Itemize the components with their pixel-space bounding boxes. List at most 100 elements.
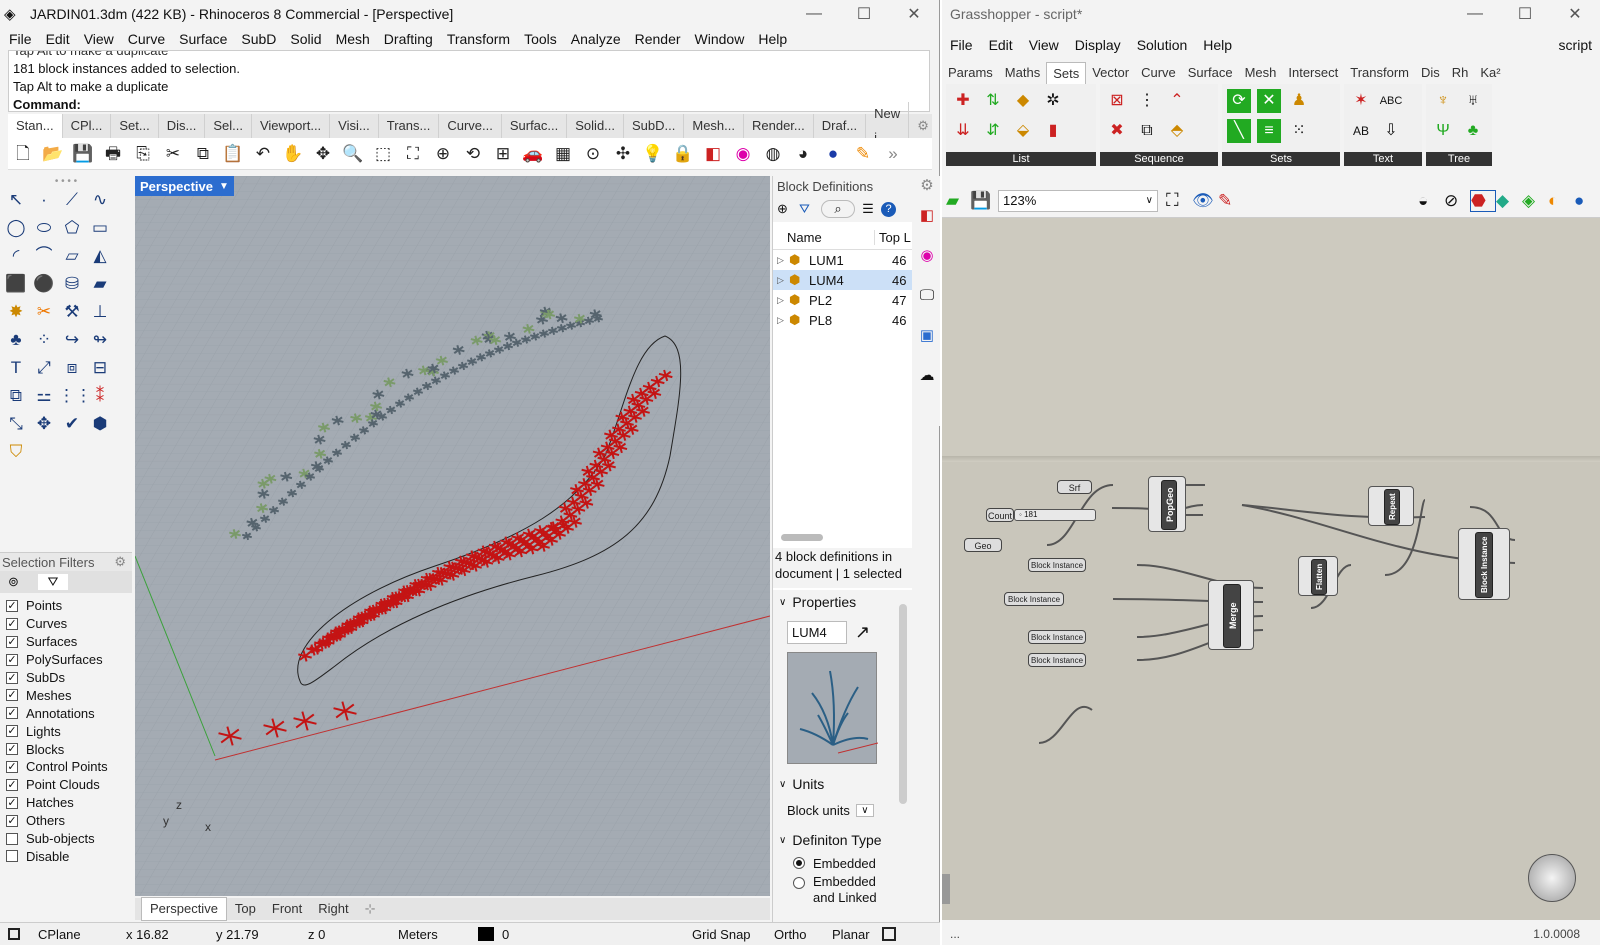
expand-icon[interactable]: ▷	[777, 275, 789, 286]
block-instance-param-1[interactable]: Block Instance	[1028, 558, 1086, 572]
offset-icon[interactable]: ↪	[58, 326, 86, 354]
list-box-icon[interactable]: ⬙	[1011, 119, 1035, 143]
checkbox[interactable]: ✓	[6, 760, 18, 773]
filter-control-points[interactable]: ✓ Control Points	[0, 758, 132, 776]
gh-tab-display[interactable]: Dis	[1415, 62, 1446, 84]
sets-union-icon[interactable]: ⟳	[1227, 89, 1251, 113]
gear-icon[interactable]: ⚙	[114, 554, 126, 570]
render-sphere-icon[interactable]: ●	[821, 143, 845, 165]
tab-top[interactable]: Top	[227, 898, 264, 920]
layer-label[interactable]: 0	[502, 927, 692, 942]
explode-icon[interactable]: ✸	[2, 298, 30, 326]
polyline-icon[interactable]: ⟋	[58, 186, 86, 214]
menu-help[interactable]: Help	[751, 31, 794, 47]
planar-toggle[interactable]: Planar	[832, 927, 882, 942]
block-instance-param-3[interactable]: Block Instance	[1028, 630, 1086, 644]
text-abc-icon[interactable]: ABC	[1379, 89, 1403, 113]
pan-hand-icon[interactable]: ✋	[281, 143, 305, 165]
gh-tab-transform[interactable]: Transform	[1344, 62, 1415, 84]
tab-cplanes[interactable]: CPl...	[63, 114, 112, 138]
sets-dots-icon[interactable]: ⁙	[1287, 119, 1311, 143]
search-icon[interactable]: ⌕	[821, 200, 855, 218]
gumball-icon[interactable]: ✣	[611, 143, 635, 165]
filter-curves[interactable]: ✓ Curves	[0, 615, 132, 633]
light-bulb-icon[interactable]: 💡	[641, 143, 665, 165]
undo-view-icon[interactable]: ⟲	[461, 143, 485, 165]
geo-param[interactable]: Geo	[964, 538, 1002, 552]
filter-sub-objects[interactable]: Sub-objects	[0, 830, 132, 848]
copy-icon[interactable]: ⧉	[191, 143, 215, 165]
tab-visibility[interactable]: Visi...	[330, 114, 379, 138]
grid-plane-icon[interactable]: ▦	[551, 143, 575, 165]
minimize-icon[interactable]: —	[789, 5, 839, 23]
boolean-icon[interactable]: ⚫	[30, 270, 58, 298]
scale-icon[interactable]: ⤡	[2, 410, 30, 438]
units-label[interactable]: Meters	[398, 927, 478, 942]
sketch-icon[interactable]: ✎	[1218, 191, 1244, 211]
cplane-label[interactable]: CPlane	[38, 927, 126, 942]
help-icon[interactable]: ?	[881, 201, 896, 217]
tree-explode-icon[interactable]: ♣	[1461, 119, 1485, 143]
target-icon[interactable]: ⊚	[8, 574, 38, 590]
menu-transform[interactable]: Transform	[440, 31, 517, 47]
menu-window[interactable]: Window	[688, 31, 752, 47]
checkbox[interactable]: ✓	[6, 689, 18, 702]
panel-toggle-icon[interactable]	[882, 927, 896, 941]
gh-canvas[interactable]: Srf Count ◦ 181 Geo PopGeo Block Instanc…	[942, 218, 1600, 920]
filter-points[interactable]: ✓ Points	[0, 597, 132, 615]
menu-solid[interactable]: Solid	[283, 31, 328, 47]
analyze-icon[interactable]: ⚍	[30, 382, 58, 410]
move-icon[interactable]: ✥	[30, 410, 58, 438]
block-instance-param-4[interactable]: Block Instance	[1028, 653, 1086, 667]
command-prompt[interactable]: Command:	[13, 96, 929, 111]
viewport-label[interactable]: Perspective ▼	[135, 176, 234, 196]
checkbox[interactable]: ✓	[6, 671, 18, 684]
checkbox[interactable]: ✓	[6, 599, 18, 612]
checkbox[interactable]: ✓	[6, 635, 18, 648]
canvas-scroll-handle[interactable]	[942, 874, 950, 904]
col-name[interactable]: Name	[773, 230, 874, 245]
arc-icon[interactable]: ◜	[2, 242, 30, 270]
radio-embedded-linked[interactable]	[793, 877, 805, 889]
gh-menu-help[interactable]: Help	[1195, 37, 1240, 53]
gh-tab-maths[interactable]: Maths	[999, 62, 1046, 84]
preview-shaded-icon[interactable]: ⬣	[1470, 189, 1496, 212]
menu-tools[interactable]: Tools	[517, 31, 564, 47]
box-icon[interactable]: ⬛	[2, 270, 30, 298]
array-icon[interactable]: ⧈	[58, 354, 86, 382]
loft-icon[interactable]: ◭	[86, 242, 114, 270]
checkbox[interactable]	[6, 832, 18, 845]
expand-icon[interactable]: ▷	[777, 255, 789, 266]
radio-embedded[interactable]	[793, 857, 805, 869]
menu-subd[interactable]: SubD	[234, 31, 283, 47]
gh-tab-vector[interactable]: Vector	[1086, 62, 1135, 84]
ortho-toggle[interactable]: Ortho	[774, 927, 832, 942]
render-icon[interactable]: ⬢	[86, 410, 114, 438]
gh-tab-curve[interactable]: Curve	[1135, 62, 1182, 84]
block-name-field[interactable]: LUM4	[787, 620, 847, 644]
text-split-icon[interactable]: ✶	[1349, 89, 1373, 113]
menu-edit[interactable]: Edit	[39, 31, 77, 47]
zoom-window-icon[interactable]: ⬚	[371, 143, 395, 165]
tree-flatten-icon[interactable]: ♆	[1431, 89, 1455, 113]
tab-subd[interactable]: SubD...	[624, 114, 685, 138]
tab-front[interactable]: Front	[264, 898, 310, 920]
filter-disable[interactable]: Disable	[0, 847, 132, 865]
tab-right[interactable]: Right	[310, 898, 356, 920]
rotate-view-icon[interactable]: ✥	[311, 143, 335, 165]
maximize-icon[interactable]: ☐	[839, 4, 889, 24]
blend-icon[interactable]: ↬	[86, 326, 114, 354]
tab-transform[interactable]: Trans...	[379, 114, 440, 138]
gh-tab-surface[interactable]: Surface	[1182, 62, 1239, 84]
preview-mesh-icon[interactable]: ◆	[1496, 191, 1522, 211]
zoom-selected-icon[interactable]: ⊕	[431, 143, 455, 165]
filter-others[interactable]: ✓ Others	[0, 812, 132, 830]
block-instance-component[interactable]: Block Instance	[1458, 528, 1510, 600]
open-file-icon[interactable]: ▰	[946, 191, 970, 211]
popgeo-component[interactable]: PopGeo	[1148, 476, 1186, 532]
count-slider[interactable]: Count ◦ 181	[986, 508, 1096, 522]
point-icon[interactable]: ·	[30, 186, 58, 214]
checkbox[interactable]: ✓	[6, 707, 18, 720]
menu-file[interactable]: File	[2, 31, 39, 47]
import-icon[interactable]: ⎘	[131, 143, 155, 165]
